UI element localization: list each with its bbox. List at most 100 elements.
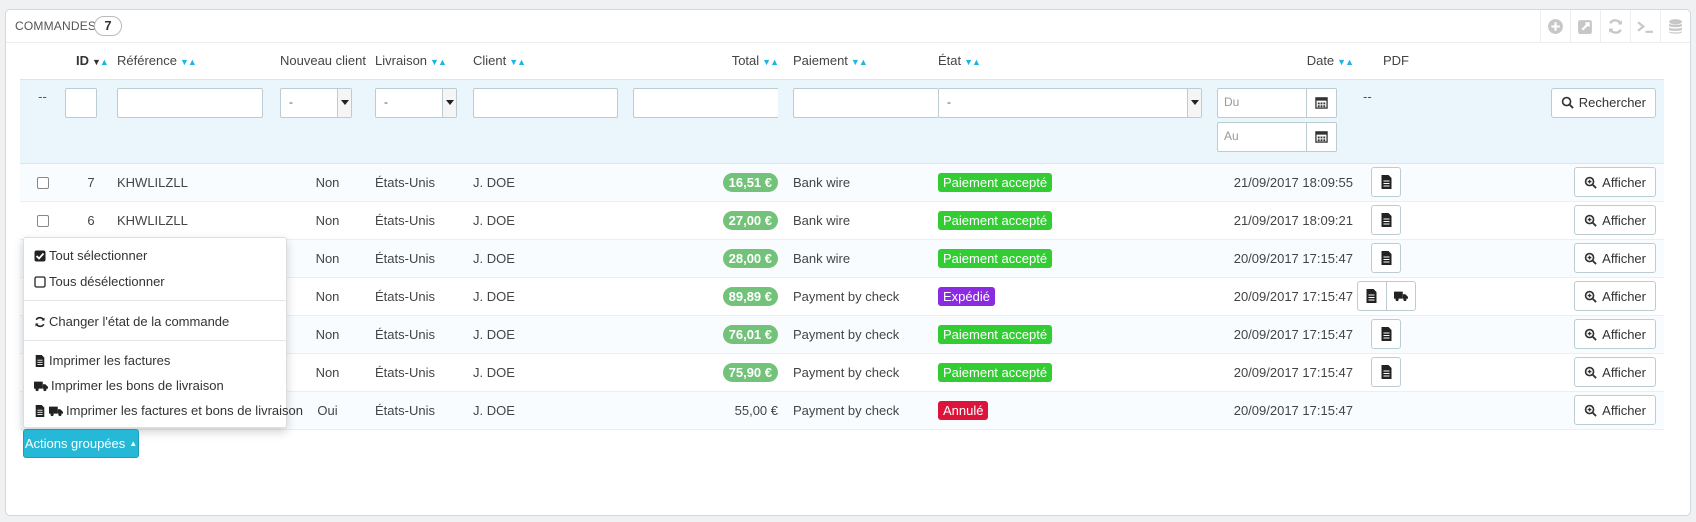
- sort-icon[interactable]: ▼▲: [92, 57, 109, 67]
- view-order-button[interactable]: Afficher: [1574, 281, 1656, 311]
- col-state[interactable]: État ▼▲: [938, 43, 1203, 80]
- filter-state-select[interactable]: -: [938, 87, 1202, 118]
- checked-square-icon: [34, 250, 46, 261]
- table-row[interactable]: 6 KHWLILZLL Non États-Unis J. DOE 27,00 € Bank…: [20, 201, 1664, 240]
- print-invoices-item[interactable]: Imprimer les factures: [34, 353, 170, 368]
- invoice-pdf-button[interactable]: [1371, 167, 1401, 197]
- row-reference: KHWLILZLL: [117, 163, 280, 202]
- filter-client-input[interactable]: [473, 87, 618, 118]
- filter-reference-input[interactable]: [117, 87, 263, 118]
- row-client: J. DOE: [473, 163, 633, 202]
- filter-total-input[interactable]: [633, 87, 779, 118]
- delivery-slip-button[interactable]: [1385, 281, 1416, 311]
- row-new-client: Non: [280, 353, 375, 392]
- invoice-pdf-button[interactable]: [1356, 281, 1387, 311]
- truck-icon: [34, 381, 48, 391]
- row-client: J. DOE: [473, 391, 633, 430]
- row-date: 20/09/2017 17:15:47: [1203, 353, 1353, 392]
- filter-payment-input[interactable]: [793, 87, 939, 118]
- date-from-placeholder: Du: [1224, 94, 1240, 109]
- refresh-list-button[interactable]: [1600, 10, 1630, 43]
- row-delivery: États-Unis: [375, 277, 473, 316]
- row-client: J. DOE: [473, 353, 633, 392]
- select-all-item[interactable]: Tout sélectionner: [34, 248, 147, 263]
- filter-date-from[interactable]: Du: [1217, 87, 1337, 118]
- filter-id-input[interactable]: [65, 87, 97, 118]
- view-order-button[interactable]: Afficher: [1574, 243, 1656, 273]
- change-state-item[interactable]: Changer l'état de la commande: [34, 314, 229, 329]
- sort-icon[interactable]: ▼▲: [762, 57, 779, 67]
- status-badge: Paiement accepté: [938, 324, 1053, 344]
- search-button[interactable]: Rechercher: [1550, 87, 1656, 118]
- file-icon: [1381, 175, 1391, 189]
- zoom-in-icon: [1584, 290, 1597, 303]
- status-badge: Paiement accepté: [938, 362, 1053, 382]
- bulk-actions-menu: Tout sélectionner Tous désélectionner Ch…: [23, 237, 303, 428]
- view-order-button[interactable]: Afficher: [1574, 357, 1656, 387]
- filter-delivery-select[interactable]: -: [375, 87, 457, 118]
- view-order-button[interactable]: Afficher: [1574, 205, 1656, 235]
- filter-new-client-select[interactable]: -: [280, 87, 352, 118]
- col-payment[interactable]: Paiement ▼▲: [778, 43, 938, 80]
- invoice-pdf-button[interactable]: [1371, 205, 1401, 235]
- sort-icon[interactable]: ▼▲: [851, 57, 868, 67]
- row-client: J. DOE: [473, 201, 633, 240]
- panel-title: Commandes: [15, 19, 97, 33]
- sql-manager-button[interactable]: [1660, 10, 1690, 43]
- col-total[interactable]: Total ▼▲: [633, 43, 779, 80]
- pdf-button-group: [1356, 281, 1416, 311]
- header-row: ID ▼▲ Référence ▼▲ Nouveau client Livraiso…: [20, 43, 1664, 80]
- zoom-in-icon: [1584, 404, 1597, 417]
- row-id: 7: [65, 163, 117, 202]
- invoice-pdf-button[interactable]: [1371, 319, 1401, 349]
- row-date: 20/09/2017 17:15:47: [1203, 277, 1353, 316]
- sql-query-button[interactable]: [1630, 10, 1660, 43]
- panel-heading: Commandes 7: [6, 10, 1690, 43]
- row-date: 20/09/2017 17:15:47: [1203, 239, 1353, 278]
- sort-icon[interactable]: ▼▲: [430, 57, 447, 67]
- chevron-down-icon: [1187, 88, 1201, 117]
- col-client[interactable]: Client ▼▲: [473, 43, 633, 80]
- col-delivery[interactable]: Livraison ▼▲: [375, 43, 473, 80]
- sort-icon[interactable]: ▼▲: [180, 57, 197, 67]
- sort-icon[interactable]: ▼▲: [509, 57, 526, 67]
- row-checkbox[interactable]: [36, 177, 49, 190]
- status-badge: Paiement accepté: [938, 210, 1053, 230]
- invoice-pdf-button[interactable]: [1371, 357, 1401, 387]
- view-order-button[interactable]: Afficher: [1574, 167, 1656, 197]
- table-row[interactable]: 7 KHWLILZLL Non États-Unis J. DOE 16,51 € Bank…: [20, 163, 1664, 202]
- row-payment: Bank wire: [778, 239, 938, 278]
- view-order-button[interactable]: Afficher: [1574, 395, 1656, 425]
- row-new-client: Non: [280, 315, 375, 354]
- row-date: 20/09/2017 17:15:47: [1203, 391, 1353, 430]
- unselect-all-item[interactable]: Tous désélectionner: [34, 274, 165, 289]
- file-icon: [1381, 327, 1391, 341]
- empty-square-icon: [34, 275, 46, 288]
- col-reference[interactable]: Référence ▼▲: [117, 43, 280, 80]
- row-delivery: États-Unis: [375, 163, 473, 202]
- print-both-item[interactable]: Imprimer les factures et bons de livrais…: [34, 403, 303, 418]
- sort-icon[interactable]: ▼▲: [1337, 57, 1354, 67]
- zoom-in-icon: [1584, 252, 1597, 265]
- calendar-icon[interactable]: [1306, 88, 1336, 117]
- sort-icon[interactable]: ▼▲: [964, 57, 981, 67]
- calendar-icon[interactable]: [1306, 122, 1336, 151]
- row-checkbox[interactable]: [36, 215, 49, 228]
- col-date[interactable]: Date ▼▲: [1203, 43, 1354, 80]
- invoice-pdf-button[interactable]: [1371, 243, 1401, 273]
- total-badge: 28,00 €: [722, 248, 778, 268]
- filter-date-to[interactable]: Au: [1217, 121, 1337, 152]
- col-id[interactable]: ID ▼▲: [65, 43, 117, 80]
- chevron-down-icon: [337, 88, 351, 117]
- total-badge: 75,90 €: [722, 362, 778, 382]
- bulk-actions-button[interactable]: Actions groupées ▲: [23, 429, 139, 458]
- row-payment: Payment by check: [778, 277, 938, 316]
- view-order-button[interactable]: Afficher: [1574, 319, 1656, 349]
- add-order-button[interactable]: [1540, 10, 1570, 43]
- export-button[interactable]: [1570, 10, 1600, 43]
- filter-pdf-dashes: --: [1353, 79, 1419, 164]
- status-badge: Expédié: [938, 286, 995, 306]
- row-delivery: États-Unis: [375, 315, 473, 354]
- order-count-badge: 7: [94, 16, 122, 36]
- print-delivery-item[interactable]: Imprimer les bons de livraison: [34, 378, 224, 393]
